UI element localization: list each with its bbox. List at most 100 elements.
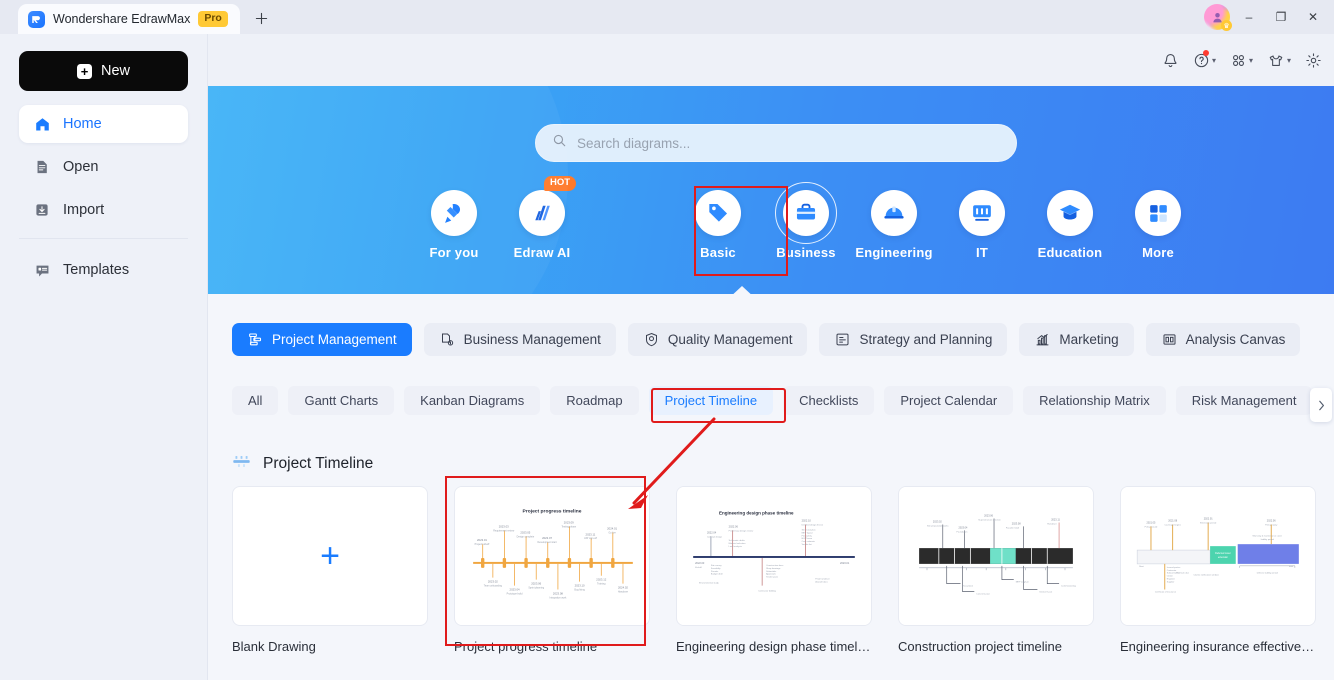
close-button[interactable]: ✕ bbox=[1298, 5, 1328, 29]
minimize-button[interactable]: – bbox=[1234, 5, 1264, 29]
sidebar: + New Home Open Import Templates bbox=[0, 34, 208, 680]
svg-text:MEP layout: MEP layout bbox=[802, 531, 813, 534]
svg-text:2023.08: 2023.08 bbox=[553, 591, 563, 595]
card-blank-drawing[interactable]: + Blank Drawing bbox=[232, 486, 428, 654]
svg-text:Prototype build: Prototype build bbox=[507, 592, 523, 595]
filter-kanban-diagrams[interactable]: Kanban Diagrams bbox=[404, 386, 541, 415]
help-button[interactable]: ▾ bbox=[1187, 48, 1222, 73]
card-engineering-design-phase-timeline[interactable]: Engineering design phase timeline 2022.0… bbox=[676, 486, 872, 654]
card-label: Engineering insurance effective t... bbox=[1120, 639, 1316, 654]
card-thumbnail[interactable]: + bbox=[232, 486, 428, 626]
maximize-restore-button[interactable]: ❐ bbox=[1266, 5, 1296, 29]
card-project-progress-timeline[interactable]: Project progress timeline 2023.01 2023.0… bbox=[445, 476, 650, 654]
card-engineering-insurance-effective-timeline[interactable]: 2021.05 2021.08 2022.01 2022.06 Policy issu… bbox=[1120, 486, 1316, 654]
window-controls: – ❐ ✕ bbox=[1234, 5, 1328, 29]
svg-text:2022.06: 2022.06 bbox=[729, 524, 739, 528]
svg-text:Claims notification window: Claims notification window bbox=[1194, 574, 1220, 577]
svg-text:UAT sign-off: UAT sign-off bbox=[584, 537, 597, 540]
category-basic[interactable]: Basic bbox=[674, 190, 762, 260]
svg-text:2022.10: 2022.10 bbox=[802, 519, 812, 523]
filter-roadmap[interactable]: Roadmap bbox=[550, 386, 639, 415]
chip-label: Quality Management bbox=[667, 332, 793, 347]
selected-category-notch bbox=[728, 286, 756, 299]
search-input[interactable] bbox=[577, 135, 1000, 151]
sidebar-item-import[interactable]: Import bbox=[19, 191, 188, 229]
svg-text:Environmental study: Environmental study bbox=[699, 582, 719, 585]
new-button[interactable]: + New bbox=[19, 51, 188, 91]
category-edraw-ai[interactable]: HOT Edraw AI bbox=[498, 176, 586, 260]
sidebar-item-label: Home bbox=[63, 116, 102, 132]
timeline-icon bbox=[232, 452, 251, 476]
filter-project-calendar[interactable]: Project Calendar bbox=[884, 386, 1014, 415]
sidebar-item-home[interactable]: Home bbox=[19, 105, 188, 143]
filter-relationship-matrix[interactable]: Relationship Matrix bbox=[1023, 386, 1166, 415]
svg-text:Feasibility: Feasibility bbox=[711, 567, 722, 570]
card-thumbnail[interactable]: Project progress timeline 2023.01 2023.0… bbox=[454, 486, 650, 626]
chip-business-management[interactable]: Business Management bbox=[423, 323, 616, 356]
svg-text:Tender pack: Tender pack bbox=[766, 576, 779, 579]
card-thumbnail[interactable]: 2023.02 2023.04 2023.06 2023.08 2023.11 Sit… bbox=[898, 486, 1094, 626]
svg-text:2024.01: 2024.01 bbox=[607, 526, 617, 530]
chip-marketing[interactable]: Marketing bbox=[1019, 323, 1134, 356]
card-thumbnail[interactable]: 2021.05 2021.08 2022.01 2022.06 Policy issu… bbox=[1120, 486, 1316, 626]
sidebar-item-open[interactable]: Open bbox=[19, 148, 188, 186]
svg-text:Bug fixing: Bug fixing bbox=[574, 589, 585, 592]
notification-bell-button[interactable] bbox=[1156, 48, 1185, 73]
category-for-you[interactable]: For you bbox=[410, 190, 498, 260]
chip-strategy-and-planning[interactable]: Strategy and Planning bbox=[819, 323, 1008, 356]
category-more[interactable]: More bbox=[1114, 190, 1202, 260]
svg-text:liability period: liability period bbox=[1261, 538, 1275, 541]
new-tab-button[interactable] bbox=[248, 4, 276, 32]
svg-text:2023.06: 2023.06 bbox=[531, 582, 541, 586]
svg-text:Contractor bidding: Contractor bidding bbox=[758, 589, 776, 592]
filter-project-timeline[interactable]: Project Timeline bbox=[648, 386, 774, 415]
svg-text:2023.05: 2023.05 bbox=[520, 530, 530, 534]
svg-text:Site preparation works: Site preparation works bbox=[927, 524, 948, 527]
svg-text:Fire safety: Fire safety bbox=[802, 534, 813, 537]
project-progress-timeline-thumb: Project progress timeline 2023.012023.03… bbox=[455, 487, 649, 625]
svg-text:Commissioning: Commissioning bbox=[1061, 586, 1077, 588]
chip-label: Marketing bbox=[1059, 332, 1119, 347]
chip-quality-management[interactable]: Quality Management bbox=[627, 323, 808, 356]
new-button-label: New bbox=[100, 63, 130, 79]
avatar[interactable]: ♛ bbox=[1204, 4, 1232, 31]
chip-analysis-canvas[interactable]: Analysis Canvas bbox=[1145, 323, 1301, 356]
svg-text:Material selection: Material selection bbox=[729, 542, 747, 545]
sidebar-nav-secondary: Templates bbox=[0, 251, 207, 289]
category-it[interactable]: IT bbox=[938, 190, 1026, 260]
svg-text:Permits: Permits bbox=[711, 570, 718, 573]
sidebar-item-templates[interactable]: Templates bbox=[19, 251, 188, 289]
more-grid-icon bbox=[1135, 190, 1181, 236]
svg-text:2022.03: 2022.03 bbox=[695, 561, 705, 565]
svg-text:Preliminary design review: Preliminary design review bbox=[729, 529, 754, 532]
filter-all[interactable]: All bbox=[232, 386, 279, 415]
category-business[interactable]: Business bbox=[762, 182, 850, 260]
card-thumbnail[interactable]: Engineering design phase timeline 2022.0… bbox=[676, 486, 872, 626]
category-engineering[interactable]: Engineering bbox=[850, 190, 938, 260]
filter-risk-management[interactable]: Risk Management bbox=[1175, 386, 1313, 415]
filter-scroll-next-button[interactable] bbox=[1310, 388, 1332, 422]
svg-text:Vendor list: Vendor list bbox=[802, 543, 812, 546]
sidebar-divider bbox=[19, 238, 188, 239]
category-education[interactable]: Education bbox=[1026, 190, 1114, 260]
svg-text:2023.10: 2023.10 bbox=[575, 584, 585, 588]
theme-button[interactable]: ▾ bbox=[1261, 48, 1297, 73]
svg-text:Policy issued: Policy issued bbox=[1145, 526, 1158, 528]
svg-text:2023.11: 2023.11 bbox=[586, 532, 596, 536]
card-construction-project-timeline[interactable]: 2023.02 2023.04 2023.06 2023.08 2023.11 Sit… bbox=[898, 486, 1094, 654]
filter-gantt-charts[interactable]: Gantt Charts bbox=[288, 386, 395, 415]
engineering-helmet-icon bbox=[871, 190, 917, 236]
search-bar[interactable] bbox=[535, 124, 1017, 162]
svg-text:2023.04: 2023.04 bbox=[510, 588, 520, 592]
svg-text:Integration work: Integration work bbox=[550, 596, 568, 599]
category-label: Business bbox=[776, 245, 836, 260]
chip-project-management[interactable]: Project Management bbox=[232, 323, 412, 356]
settings-gear-button[interactable] bbox=[1299, 48, 1328, 73]
card-label: Project progress timeline bbox=[454, 639, 598, 654]
import-icon bbox=[33, 201, 51, 219]
sidebar-item-label: Open bbox=[63, 159, 99, 175]
filter-checklists[interactable]: Checklists bbox=[783, 386, 875, 415]
svg-text:2022.04: 2022.04 bbox=[707, 530, 717, 534]
document-tab[interactable]: Wondershare EdrawMax Pro bbox=[18, 4, 240, 34]
apps-grid-button[interactable]: ▾ bbox=[1224, 48, 1259, 73]
